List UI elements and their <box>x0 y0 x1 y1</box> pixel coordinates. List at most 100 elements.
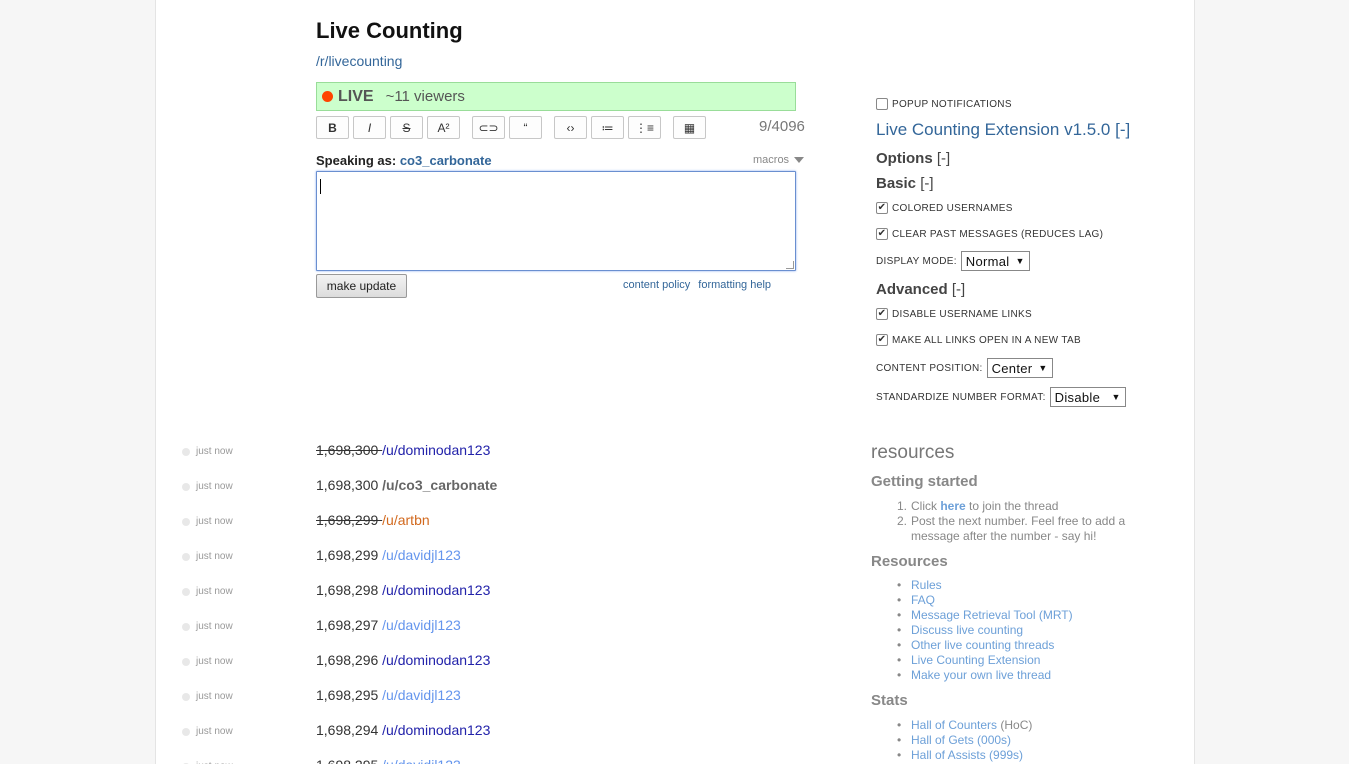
numbered-list-button[interactable]: ⋮≡ <box>628 116 661 139</box>
stats-link[interactable]: Hall of Assists (999s) <box>911 748 1023 762</box>
thread-page: Live Counting /r/livecounting LIVE ~11 v… <box>155 0 1195 764</box>
formatting-help-link[interactable]: formatting help <box>698 279 771 291</box>
extension-collapse-toggle[interactable]: [-] <box>1115 120 1130 139</box>
resource-item: • Make your own live thread <box>897 668 1073 683</box>
resize-handle-icon[interactable] <box>786 261 794 269</box>
resource-link[interactable]: Make your own live thread <box>911 668 1051 682</box>
resource-link[interactable]: Discuss live counting <box>911 623 1023 637</box>
popup-notifications-option[interactable]: POPUP NOTIFICATIONS <box>876 98 1012 110</box>
quote-button[interactable]: “ <box>509 116 542 139</box>
display-mode-select[interactable]: Normal ▼ <box>960 251 1030 271</box>
clear-past-option[interactable]: ✔ CLEAR PAST MESSAGES (REDUCES LAG) <box>876 228 1103 240</box>
update-timestamp[interactable]: just now <box>196 446 233 457</box>
update-status-icon[interactable] <box>182 448 190 456</box>
popup-notifications-checkbox[interactable] <box>876 98 888 110</box>
update-status-icon[interactable] <box>182 518 190 526</box>
clear-past-checkbox[interactable]: ✔ <box>876 228 888 240</box>
update-timestamp[interactable]: just now <box>196 586 233 597</box>
resource-item: • Live Counting Extension <box>897 653 1073 668</box>
username-link[interactable]: /u/dominodan123 <box>382 722 490 738</box>
make-update-button[interactable]: make update <box>316 274 407 298</box>
update-textarea[interactable] <box>316 171 796 271</box>
update-status-icon[interactable] <box>182 728 190 736</box>
stats-link[interactable]: Hall of Gets (000s) <box>911 733 1011 747</box>
feed-update: just now 1,698,296 /u/dominodan123 <box>156 651 856 671</box>
content-position-select[interactable]: Center ▼ <box>986 358 1053 378</box>
resource-link[interactable]: Live Counting Extension <box>911 653 1040 667</box>
update-timestamp[interactable]: just now <box>196 656 233 667</box>
superscript-button[interactable]: A² <box>427 116 460 139</box>
count-number: 1,698,300 <box>316 477 383 493</box>
resource-link[interactable]: Message Retrieval Tool (MRT) <box>911 608 1073 622</box>
bulleted-list-button[interactable]: ≔ <box>591 116 624 139</box>
getting-started-steps: 1. Click here to join the thread 2. Post… <box>897 499 1125 544</box>
username-link[interactable]: /u/davidjl123 <box>382 757 461 764</box>
update-body: 1,698,295 /u/davidjl123 <box>316 757 461 764</box>
stats-link[interactable]: Hall of Counters <box>911 718 997 732</box>
join-thread-link[interactable]: here <box>940 499 965 513</box>
username-link[interactable]: /u/davidjl123 <box>382 687 461 703</box>
stats-suffix: (HoC) <box>997 718 1033 732</box>
count-number: 1,698,294 <box>316 722 383 738</box>
stats-item: • Hall of Assists (999s) <box>897 748 1032 763</box>
update-status-icon[interactable] <box>182 658 190 666</box>
colored-usernames-checkbox[interactable]: ✔ <box>876 202 888 214</box>
bullet-icon: • <box>897 608 902 622</box>
disable-username-links-option[interactable]: ✔ DISABLE USERNAME LINKS <box>876 308 1032 320</box>
update-timestamp[interactable]: just now <box>196 481 233 492</box>
subreddit-link[interactable]: /r/livecounting <box>316 53 402 69</box>
update-timestamp[interactable]: just now <box>196 516 233 527</box>
bullet-icon: • <box>897 748 902 762</box>
speaking-as-user-link[interactable]: co3_carbonate <box>400 153 492 168</box>
update-timestamp[interactable]: just now <box>196 551 233 562</box>
username-link[interactable]: /u/artbn <box>382 512 429 528</box>
links-new-tab-checkbox[interactable]: ✔ <box>876 334 888 346</box>
count-number: 1,698,296 <box>316 652 383 668</box>
resource-link[interactable]: Other live counting threads <box>911 638 1054 652</box>
speaking-as-label: Speaking as: <box>316 153 397 168</box>
content-policy-link[interactable]: content policy <box>623 279 690 291</box>
resource-item: • FAQ <box>897 593 1073 608</box>
username-link[interactable]: /u/dominodan123 <box>382 652 490 668</box>
standardize-number-select[interactable]: Disable ▼ <box>1049 387 1126 407</box>
feed-update: just now 1,698,300 /u/co3_carbonate <box>156 476 856 496</box>
macros-dropdown[interactable]: macros <box>753 154 805 166</box>
italic-button[interactable]: I <box>353 116 386 139</box>
update-body: 1,698,297 /u/davidjl123 <box>316 617 461 633</box>
live-label: LIVE <box>338 87 374 105</box>
strikethrough-button[interactable]: S <box>390 116 423 139</box>
update-status-icon[interactable] <box>182 588 190 596</box>
bullet-icon: • <box>897 733 902 747</box>
update-status-icon[interactable] <box>182 623 190 631</box>
live-status-bar: LIVE ~11 viewers <box>316 82 796 111</box>
update-status-icon[interactable] <box>182 553 190 561</box>
table-button[interactable]: ▦ <box>673 116 706 139</box>
link-button[interactable]: ⊂⊃ <box>472 116 505 139</box>
update-status-icon[interactable] <box>182 693 190 701</box>
links-new-tab-option[interactable]: ✔ MAKE ALL LINKS OPEN IN A NEW TAB <box>876 334 1081 346</box>
macros-label: macros <box>753 154 790 166</box>
username-link[interactable]: /u/davidjl123 <box>382 617 461 633</box>
extension-title-text: Live Counting Extension v1.5.0 <box>876 120 1111 139</box>
bold-button[interactable]: B <box>316 116 349 139</box>
basic-collapse-toggle[interactable]: [-] <box>920 175 933 192</box>
resource-link[interactable]: Rules <box>911 578 942 592</box>
colored-usernames-option[interactable]: ✔ COLORED USERNAMES <box>876 202 1013 214</box>
update-timestamp[interactable]: just now <box>196 621 233 632</box>
links-new-tab-label: MAKE ALL LINKS OPEN IN A NEW TAB <box>892 334 1081 346</box>
username-link[interactable]: /u/davidjl123 <box>382 547 461 563</box>
update-status-icon[interactable] <box>182 483 190 491</box>
step-1: 1. Click here to join the thread <box>897 499 1125 514</box>
advanced-collapse-toggle[interactable]: [-] <box>952 281 965 298</box>
username-link[interactable]: /u/co3_carbonate <box>382 477 497 493</box>
update-timestamp[interactable]: just now <box>196 691 233 702</box>
update-body: 1,698,296 /u/dominodan123 <box>316 652 490 668</box>
code-button[interactable]: ‹› <box>554 116 587 139</box>
disable-username-links-checkbox[interactable]: ✔ <box>876 308 888 320</box>
resource-link[interactable]: FAQ <box>911 593 935 607</box>
username-link[interactable]: /u/dominodan123 <box>382 582 490 598</box>
dropdown-arrow-icon: ▼ <box>1015 256 1025 266</box>
username-link[interactable]: /u/dominodan123 <box>382 442 490 458</box>
update-timestamp[interactable]: just now <box>196 726 233 737</box>
options-collapse-toggle[interactable]: [-] <box>937 150 950 167</box>
